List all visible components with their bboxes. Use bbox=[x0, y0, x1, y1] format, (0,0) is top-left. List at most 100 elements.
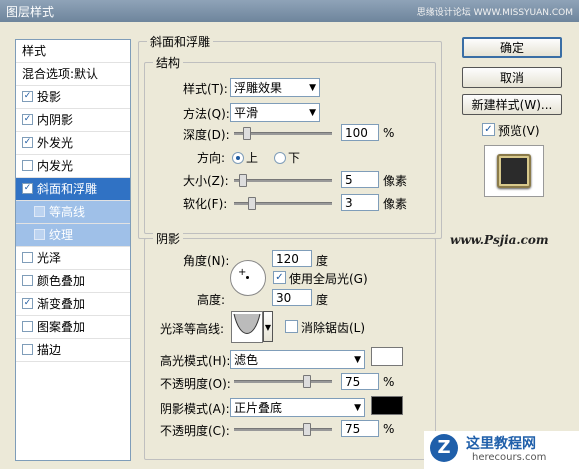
angle-wheel[interactable]: + bbox=[230, 260, 266, 296]
shadow-mode-select[interactable]: 正片叠底 ▼ bbox=[230, 398, 365, 417]
direction-label: 方向: bbox=[197, 151, 226, 165]
angle-unit: 度 bbox=[316, 254, 329, 268]
new-style-button[interactable]: 新建样式(W)... bbox=[462, 94, 562, 115]
direction-up-radio[interactable] bbox=[232, 152, 244, 164]
altitude-unit: 度 bbox=[316, 293, 329, 307]
direction-down-radio[interactable] bbox=[274, 152, 286, 164]
bevel-section-title: 斜面和浮雕 bbox=[147, 33, 214, 50]
styles-header[interactable]: 样式 bbox=[16, 40, 130, 63]
highlight-mode-label: 高光模式(H): bbox=[160, 354, 231, 368]
highlight-mode-select[interactable]: 滤色 ▼ bbox=[230, 350, 365, 369]
list-item-gradient-overlay[interactable]: ✓ 渐变叠加 bbox=[16, 293, 130, 316]
size-label: 大小(Z): bbox=[183, 174, 229, 188]
global-light-checkbox[interactable]: ✓ bbox=[273, 271, 286, 284]
highlight-opacity-slider[interactable] bbox=[234, 375, 332, 388]
angle-label: 角度(N): bbox=[183, 254, 230, 268]
list-item-outer-glow[interactable]: ✓ 外发光 bbox=[16, 132, 130, 155]
preview-label: 预览(V) bbox=[498, 124, 540, 138]
checkbox-icon[interactable] bbox=[22, 252, 33, 263]
styles-list: 样式 混合选项:默认 ✓ 投影 ✓ 内阴影 ✓ 外发光 内发光 ✓ 斜面和浮雕 等高线 … bbox=[15, 39, 131, 461]
cancel-button[interactable]: 取消 bbox=[462, 67, 562, 88]
checkbox-icon[interactable] bbox=[22, 160, 33, 171]
depth-unit: % bbox=[383, 126, 395, 140]
slider-handle[interactable] bbox=[303, 375, 311, 388]
direction-down-label: 下 bbox=[288, 151, 301, 165]
altitude-label: 高度: bbox=[197, 293, 226, 307]
window-title: 图层样式 bbox=[6, 5, 55, 19]
slider-handle[interactable] bbox=[238, 174, 247, 187]
size-unit: 像素 bbox=[383, 174, 408, 188]
slider-handle[interactable] bbox=[243, 127, 252, 140]
angle-dot bbox=[246, 276, 249, 279]
checkbox-icon[interactable]: ✓ bbox=[22, 137, 33, 148]
size-input[interactable]: 5 bbox=[341, 171, 379, 188]
slider-handle[interactable] bbox=[303, 423, 311, 436]
soften-label: 软化(F): bbox=[183, 197, 228, 211]
angle-input[interactable]: 120 bbox=[272, 250, 312, 267]
list-item-drop-shadow[interactable]: ✓ 投影 bbox=[16, 86, 130, 109]
checkbox-icon[interactable]: ✓ bbox=[22, 183, 33, 194]
site-url: www.Psjia.com bbox=[450, 233, 549, 247]
global-light-label: 使用全局光(G) bbox=[289, 272, 368, 286]
shadow-opacity-slider[interactable] bbox=[234, 423, 332, 436]
checkbox-icon[interactable]: ✓ bbox=[22, 114, 33, 125]
window-titlebar: 图层样式 思缘设计论坛 WWW.MISSYUAN.COM bbox=[0, 0, 579, 22]
shadow-opacity-unit: % bbox=[383, 422, 395, 436]
altitude-input[interactable]: 30 bbox=[272, 289, 312, 306]
technique-select[interactable]: 平滑 ▼ bbox=[230, 103, 320, 122]
size-slider[interactable] bbox=[234, 174, 332, 187]
slider-handle[interactable] bbox=[247, 197, 256, 210]
list-item-color-overlay[interactable]: 颜色叠加 bbox=[16, 270, 130, 293]
checkbox-icon[interactable] bbox=[22, 344, 33, 355]
contour-dropdown-button[interactable]: ▼ bbox=[263, 311, 273, 342]
soften-input[interactable]: 3 bbox=[341, 194, 379, 211]
highlight-opacity-input[interactable]: 75 bbox=[341, 373, 379, 390]
chevron-down-icon: ▼ bbox=[309, 108, 316, 118]
shadow-color-swatch[interactable] bbox=[371, 396, 403, 415]
structure-title: 结构 bbox=[153, 54, 184, 71]
gloss-contour-preview[interactable] bbox=[231, 311, 263, 343]
style-select[interactable]: 浮雕效果 ▼ bbox=[230, 78, 320, 97]
list-item-stroke[interactable]: 描边 bbox=[16, 339, 130, 362]
antialias-checkbox[interactable] bbox=[285, 320, 298, 333]
depth-slider[interactable] bbox=[234, 127, 332, 140]
ok-button[interactable]: 确定 bbox=[462, 37, 562, 58]
list-item-bevel-emboss[interactable]: ✓ 斜面和浮雕 bbox=[16, 178, 130, 201]
site-watermark: 思缘设计论坛 WWW.MISSYUAN.COM bbox=[416, 8, 573, 18]
logo-title: 这里教程网 bbox=[466, 436, 536, 452]
style-label: 样式(T): bbox=[183, 82, 228, 96]
list-item-pattern-overlay[interactable]: 图案叠加 bbox=[16, 316, 130, 339]
soften-slider[interactable] bbox=[234, 197, 332, 210]
checkbox-icon[interactable]: ✓ bbox=[22, 91, 33, 102]
chevron-down-icon: ▼ bbox=[354, 355, 361, 365]
style-preview-box bbox=[484, 145, 544, 197]
contour-curve-icon bbox=[233, 313, 261, 334]
highlight-opacity-unit: % bbox=[383, 375, 395, 389]
shading-title: 阴影 bbox=[153, 230, 184, 247]
dialog-body: 样式 混合选项:默认 ✓ 投影 ✓ 内阴影 ✓ 外发光 内发光 ✓ 斜面和浮雕 等高线 … bbox=[0, 22, 579, 469]
shadow-mode-label: 阴影模式(A): bbox=[160, 402, 230, 416]
highlight-opacity-label: 不透明度(O): bbox=[160, 377, 231, 391]
checkbox-icon[interactable] bbox=[22, 321, 33, 332]
blending-options-item[interactable]: 混合选项:默认 bbox=[16, 63, 130, 86]
preview-checkbox[interactable]: ✓ bbox=[482, 123, 495, 136]
highlight-color-swatch[interactable] bbox=[371, 347, 403, 366]
checkbox-icon[interactable] bbox=[22, 275, 33, 286]
shadow-opacity-label: 不透明度(C): bbox=[160, 424, 230, 438]
checkbox-icon[interactable] bbox=[34, 206, 45, 217]
depth-input[interactable]: 100 bbox=[341, 124, 379, 141]
shadow-opacity-input[interactable]: 75 bbox=[341, 420, 379, 437]
list-item-satin[interactable]: 光泽 bbox=[16, 247, 130, 270]
technique-label: 方法(Q): bbox=[183, 107, 230, 121]
depth-label: 深度(D): bbox=[183, 128, 230, 142]
list-item-texture[interactable]: 纹理 bbox=[16, 224, 130, 247]
checkbox-icon[interactable] bbox=[34, 229, 45, 240]
list-item-contour[interactable]: 等高线 bbox=[16, 201, 130, 224]
direction-up-label: 上 bbox=[246, 151, 259, 165]
gloss-contour-label: 光泽等高线: bbox=[160, 322, 225, 336]
list-item-inner-shadow[interactable]: ✓ 内阴影 bbox=[16, 109, 130, 132]
antialias-label: 消除锯齿(L) bbox=[301, 321, 366, 335]
preview-swatch bbox=[497, 154, 531, 188]
checkbox-icon[interactable]: ✓ bbox=[22, 298, 33, 309]
list-item-inner-glow[interactable]: 内发光 bbox=[16, 155, 130, 178]
